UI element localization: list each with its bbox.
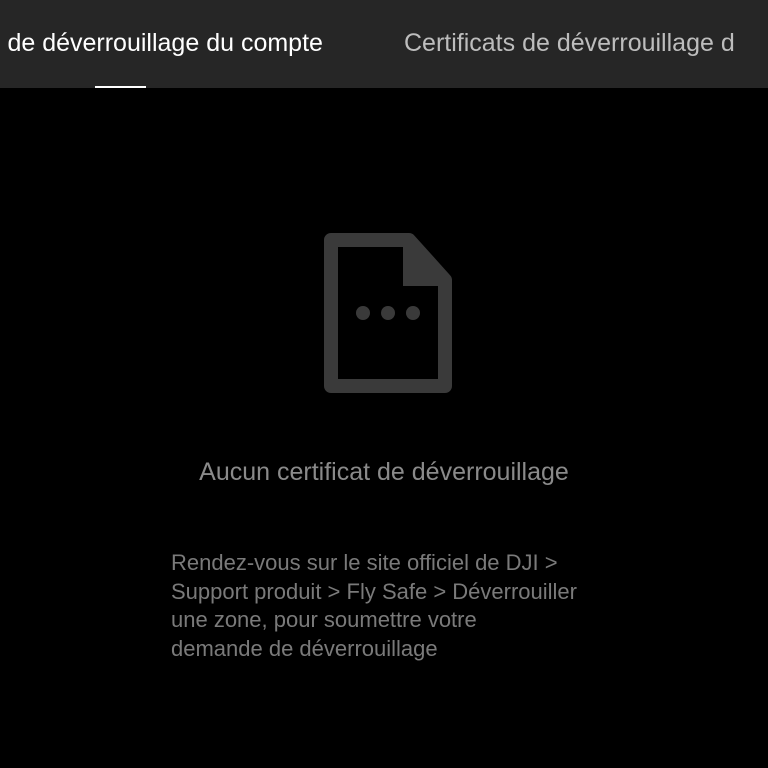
tab-account-unlock-certificates[interactable]: s de déverrouillage du compte	[0, 26, 323, 60]
active-tab-indicator	[95, 86, 146, 88]
empty-state-hint: Rendez-vous sur le site officiel de DJI …	[171, 549, 611, 663]
tab-device-unlock-certificates[interactable]: Certificats de déverrouillage d	[404, 26, 735, 60]
tab-bar: s de déverrouillage du compte Certificat…	[0, 0, 768, 88]
hint-line: Support produit > Fly Safe > Déverrouill…	[171, 578, 577, 604]
hint-line: Rendez-vous sur le site officiel de DJI …	[171, 550, 558, 575]
hint-line: demande de déverrouillage	[171, 635, 438, 661]
empty-state-title: Aucun certificat de déverrouillage	[199, 458, 569, 486]
document-pending-icon	[323, 232, 453, 394]
hint-line: une zone, pour soumettre votre	[171, 607, 477, 632]
unlock-certificates-screen: s de déverrouillage du compte Certificat…	[0, 0, 768, 768]
